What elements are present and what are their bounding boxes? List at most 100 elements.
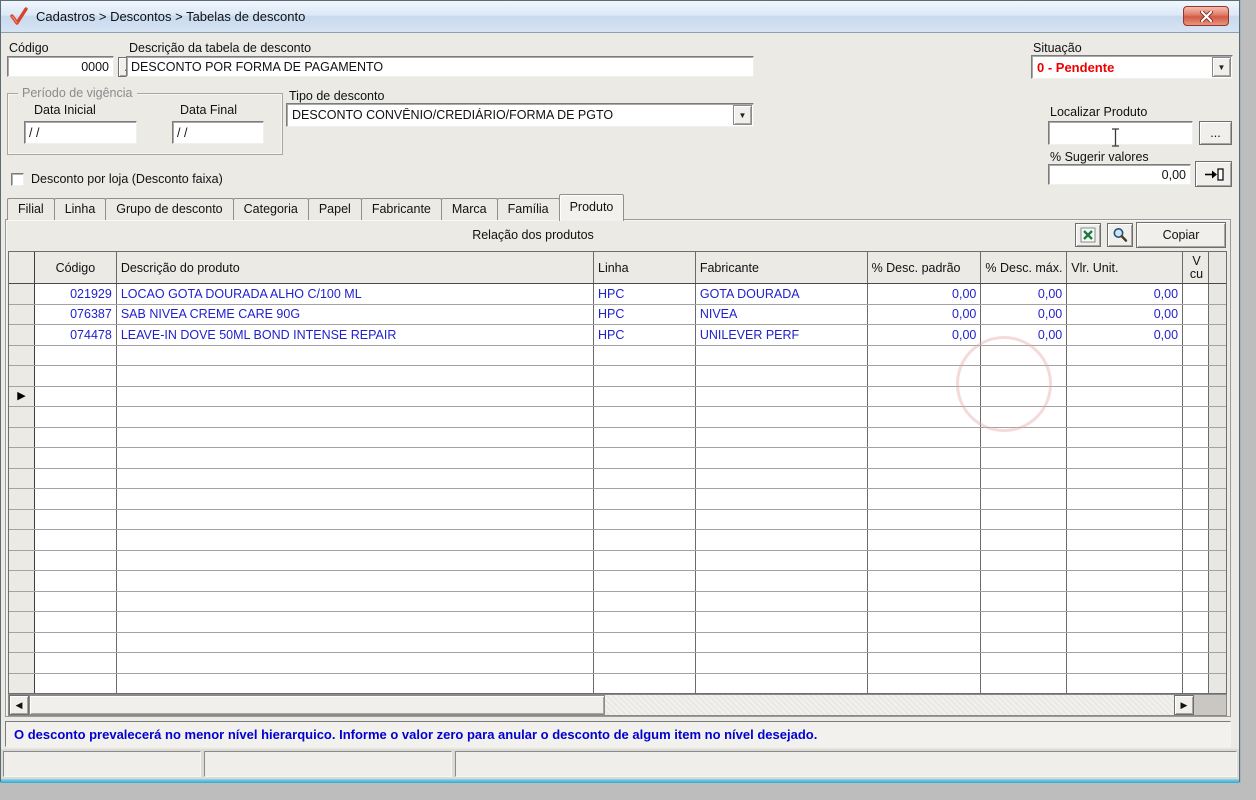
- grid-cell[interactable]: [1067, 632, 1184, 652]
- grid-cell[interactable]: [1067, 366, 1184, 386]
- vertical-scrollbar-segment[interactable]: [1209, 509, 1226, 529]
- table-row[interactable]: [9, 591, 1226, 612]
- tab-categoria[interactable]: Categoria: [232, 198, 309, 220]
- grid-cell[interactable]: [117, 427, 594, 447]
- grid-cell[interactable]: [594, 366, 696, 386]
- grid-cell[interactable]: [981, 530, 1068, 550]
- grid-cell[interactable]: [696, 673, 868, 693]
- grid-cell[interactable]: [117, 673, 594, 693]
- grid-cell[interactable]: [868, 550, 982, 570]
- grid-cell[interactable]: [117, 653, 594, 673]
- grid-cell[interactable]: [696, 653, 868, 673]
- grid-cell[interactable]: [117, 448, 594, 468]
- grid-cell[interactable]: HPC: [594, 325, 696, 345]
- grid-cell[interactable]: [981, 591, 1068, 611]
- tab-fabricante[interactable]: Fabricante: [360, 198, 442, 220]
- grid-cell-partial[interactable]: [1183, 550, 1210, 570]
- localizar-browse-button[interactable]: ...: [1199, 121, 1232, 145]
- grid-cell-partial[interactable]: [1183, 325, 1210, 345]
- grid-cell[interactable]: [117, 345, 594, 365]
- grid-cell[interactable]: [1067, 345, 1184, 365]
- row-indicator-cell[interactable]: [9, 284, 35, 304]
- column-header-vlr-unit[interactable]: Vlr. Unit.: [1067, 252, 1184, 283]
- grid-cell[interactable]: [696, 591, 868, 611]
- column-header-fabricante[interactable]: Fabricante: [696, 252, 868, 283]
- table-row[interactable]: 076387 SAB NIVEA CREME CARE 90G HPC NIVEA 0,…: [9, 304, 1226, 325]
- vertical-scrollbar-segment[interactable]: [1209, 448, 1226, 468]
- horizontal-scrollbar-thumb[interactable]: [29, 695, 605, 715]
- row-indicator-cell[interactable]: [9, 489, 35, 509]
- column-header-partial[interactable]: V cu: [1183, 252, 1210, 283]
- grid-cell[interactable]: LOCAO GOTA DOURADA ALHO C/100 ML: [117, 284, 594, 304]
- grid-cell[interactable]: [117, 571, 594, 591]
- grid-cell[interactable]: [868, 591, 982, 611]
- grid-cell[interactable]: [1067, 468, 1184, 488]
- descricao-field[interactable]: DESCONTO POR FORMA DE PAGAMENTO: [126, 56, 754, 77]
- grid-cell[interactable]: [594, 673, 696, 693]
- table-row[interactable]: [9, 571, 1226, 592]
- grid-cell[interactable]: [35, 407, 117, 427]
- grid-cell-partial[interactable]: [1183, 284, 1210, 304]
- row-indicator-cell[interactable]: [9, 653, 35, 673]
- grid-cell[interactable]: [117, 489, 594, 509]
- grid-cell-partial[interactable]: [1183, 407, 1210, 427]
- grid-cell[interactable]: [117, 530, 594, 550]
- grid-cell-partial[interactable]: [1183, 448, 1210, 468]
- grid-cell[interactable]: 021929: [35, 284, 117, 304]
- grid-cell-partial[interactable]: [1183, 427, 1210, 447]
- grid-cell-partial[interactable]: [1183, 673, 1210, 693]
- grid-cell-partial[interactable]: [1183, 632, 1210, 652]
- grid-cell[interactable]: [1067, 591, 1184, 611]
- grid-cell-partial[interactable]: [1183, 489, 1210, 509]
- grid-cell[interactable]: [594, 489, 696, 509]
- grid-cell[interactable]: [981, 489, 1068, 509]
- grid-cell[interactable]: [1067, 571, 1184, 591]
- grid-cell[interactable]: [35, 530, 117, 550]
- vertical-scrollbar-segment[interactable]: [1209, 489, 1226, 509]
- row-indicator-cell[interactable]: [9, 591, 35, 611]
- situacao-combobox[interactable]: 0 - Pendente ▼: [1031, 55, 1233, 79]
- grid-cell[interactable]: [117, 550, 594, 570]
- tab-filial[interactable]: Filial: [7, 198, 55, 220]
- grid-cell[interactable]: [868, 468, 982, 488]
- grid-cell[interactable]: [594, 509, 696, 529]
- grid-cell[interactable]: [117, 366, 594, 386]
- grid-cell[interactable]: [1067, 448, 1184, 468]
- data-final-field[interactable]: / /: [172, 121, 264, 144]
- vertical-scrollbar-segment[interactable]: [1209, 284, 1226, 304]
- column-header-descricao[interactable]: Descrição do produto: [117, 252, 594, 283]
- grid-cell[interactable]: [1067, 386, 1184, 406]
- grid-cell-partial[interactable]: [1183, 386, 1210, 406]
- grid-cell[interactable]: [35, 448, 117, 468]
- grid-cell[interactable]: [868, 653, 982, 673]
- grid-cell-partial[interactable]: [1183, 591, 1210, 611]
- grid-cell[interactable]: [594, 591, 696, 611]
- grid-cell[interactable]: [696, 489, 868, 509]
- grid-cell[interactable]: NIVEA: [696, 304, 868, 324]
- tab-grupo-de-desconto[interactable]: Grupo de desconto: [105, 198, 234, 220]
- grid-cell[interactable]: [696, 571, 868, 591]
- grid-cell[interactable]: [594, 530, 696, 550]
- vertical-scrollbar-segment[interactable]: [1209, 304, 1226, 324]
- horizontal-scrollbar-track[interactable]: [605, 695, 1174, 715]
- grid-cell[interactable]: [696, 448, 868, 468]
- grid-cell[interactable]: [981, 550, 1068, 570]
- grid-cell[interactable]: [868, 489, 982, 509]
- sugerir-valores-field[interactable]: 0,00: [1048, 164, 1191, 185]
- table-row[interactable]: [9, 550, 1226, 571]
- row-indicator-cell[interactable]: [9, 571, 35, 591]
- grid-cell[interactable]: [696, 550, 868, 570]
- grid-cell[interactable]: [35, 386, 117, 406]
- grid-cell[interactable]: 076387: [35, 304, 117, 324]
- vertical-scrollbar-segment[interactable]: [1209, 427, 1226, 447]
- grid-cell[interactable]: [868, 427, 982, 447]
- grid-cell[interactable]: [696, 612, 868, 632]
- grid-cell[interactable]: [117, 591, 594, 611]
- row-indicator-cell[interactable]: [9, 550, 35, 570]
- grid-cell[interactable]: HPC: [594, 304, 696, 324]
- table-row[interactable]: [9, 468, 1226, 489]
- grid-cell[interactable]: [1067, 489, 1184, 509]
- grid-cell[interactable]: HPC: [594, 284, 696, 304]
- vertical-scrollbar-segment[interactable]: [1209, 325, 1226, 345]
- grid-cell[interactable]: [594, 571, 696, 591]
